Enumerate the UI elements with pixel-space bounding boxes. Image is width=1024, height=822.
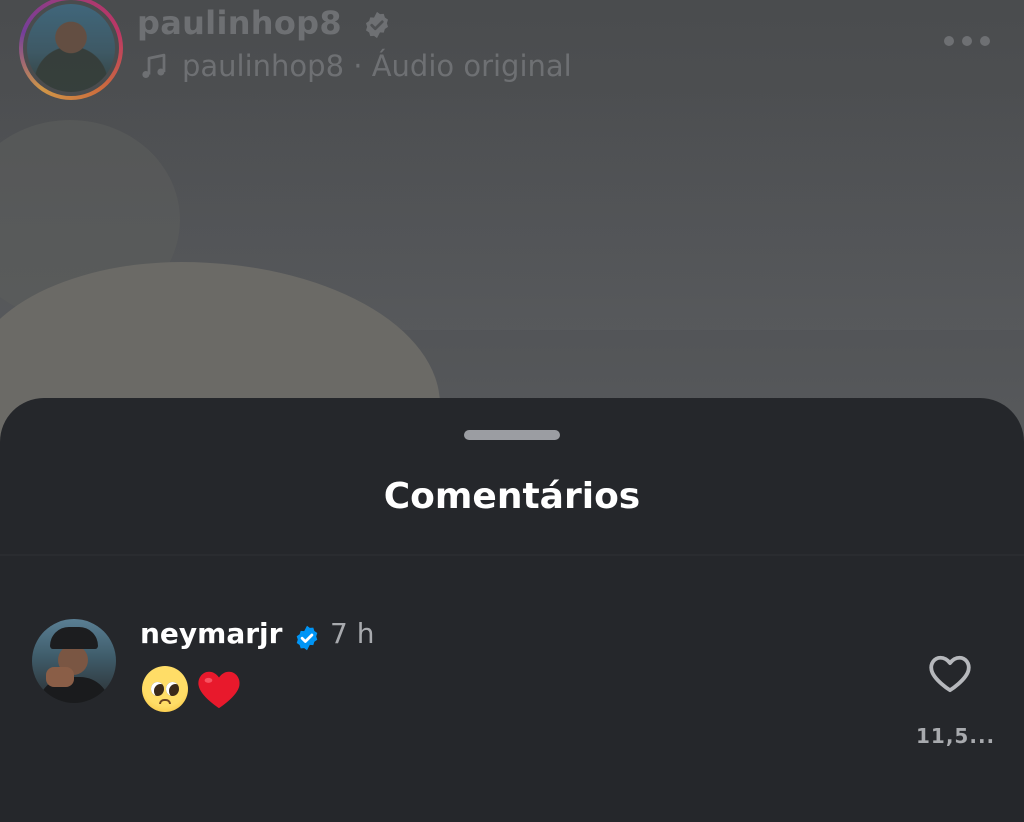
author-username[interactable]: paulinhop8	[137, 4, 342, 42]
sheet-divider	[0, 554, 1024, 556]
comment-text	[142, 666, 242, 712]
commenter-username[interactable]: neymarjr	[140, 617, 282, 650]
comments-sheet: Comentários neymarjr 7 h 11,5...	[0, 398, 1024, 822]
emoji-mouth	[159, 699, 171, 704]
red-heart-emoji	[198, 671, 240, 709]
commenter-avatar[interactable]	[32, 619, 116, 703]
pleading-face-emoji	[142, 666, 188, 712]
verified-badge-icon	[296, 625, 318, 651]
emoji-eye	[151, 682, 164, 696]
avatar-figure-hands	[46, 667, 74, 687]
more-dot	[944, 36, 954, 46]
author-avatar	[27, 4, 115, 92]
heart-outline-icon[interactable]	[927, 652, 973, 694]
music-note-icon	[142, 53, 166, 78]
author-avatar-story-ring[interactable]	[19, 0, 123, 100]
more-dot	[962, 36, 972, 46]
avatar-figure-cap	[50, 627, 98, 649]
like-count: 11,5...	[916, 724, 996, 748]
more-options-button[interactable]	[944, 36, 990, 48]
author-avatar-frame	[23, 0, 119, 96]
sheet-drag-handle[interactable]	[464, 430, 560, 440]
comment-timestamp: 7 h	[330, 617, 375, 650]
more-dot	[980, 36, 990, 46]
audio-attribution-link[interactable]: paulinhop8 · Áudio original	[182, 49, 572, 83]
emoji-eye	[166, 682, 179, 696]
sheet-title: Comentários	[383, 476, 641, 517]
verified-badge-icon	[366, 11, 388, 39]
